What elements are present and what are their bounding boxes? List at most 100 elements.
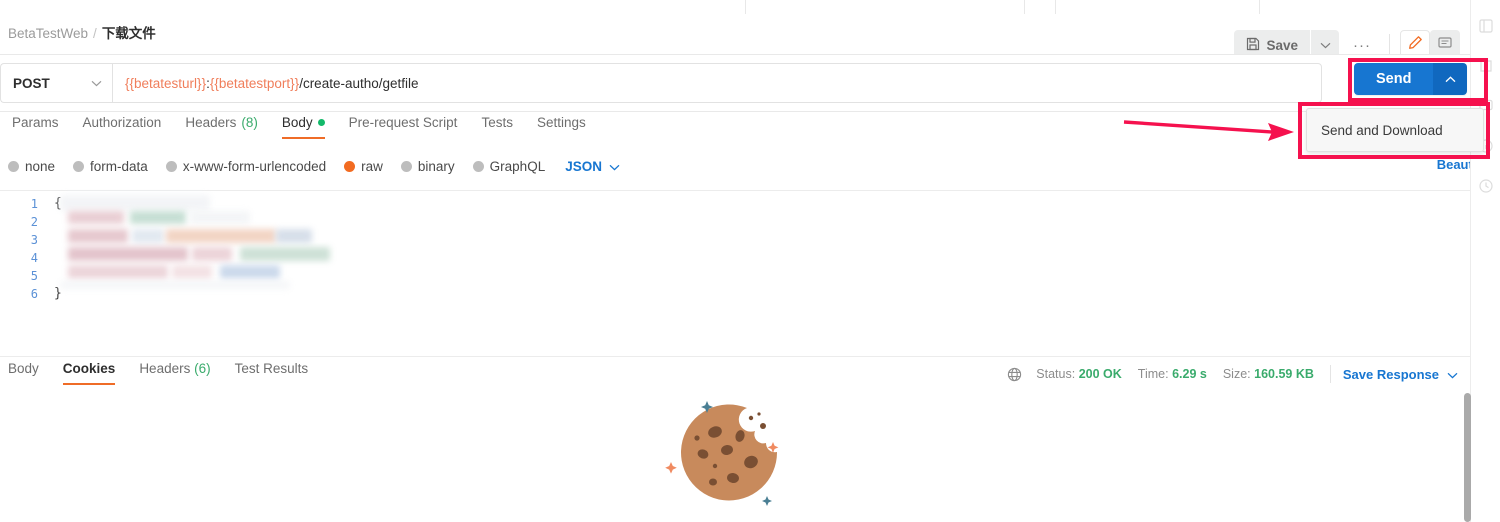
line-number: 6 (30, 287, 38, 301)
cookies-panel (0, 392, 1470, 522)
body-type-form-data[interactable]: form-data (73, 159, 148, 174)
redacted-content (166, 229, 276, 243)
breadcrumb-separator: / (93, 26, 97, 41)
radio-icon-selected (344, 160, 356, 172)
chevron-down-icon (609, 159, 620, 174)
tab-label: Body (281, 115, 313, 130)
comment-icon (1437, 35, 1453, 56)
redacted-content (60, 195, 210, 211)
body-type-label: GraphQL (489, 158, 546, 174)
toolbar-divider (1389, 34, 1390, 56)
status-badge: Status: 200 OK (1036, 367, 1122, 381)
body-type-label: x-www-form-urlencoded (182, 158, 327, 174)
tab-pre-request-script[interactable]: Pre-request Script (337, 115, 470, 139)
radio-icon (400, 160, 412, 172)
request-body-editor[interactable]: 1 2 3 4 5 6 { } (0, 190, 1470, 355)
tab-label: Authorization (82, 115, 162, 130)
sidebar-panel-icon[interactable] (1478, 18, 1494, 34)
size-badge: Size: 160.59 KB (1223, 367, 1314, 381)
chevron-down-icon (1447, 367, 1458, 382)
annotation-box-send (1348, 58, 1488, 102)
pencil-icon (1407, 35, 1423, 56)
annotation-arrow (1122, 118, 1297, 149)
size-label: Size: (1222, 367, 1251, 381)
tab-headers[interactable]: Headers (8) (173, 115, 270, 139)
tab-label: Body (8, 361, 39, 376)
body-type-x-www-form-urlencoded[interactable]: x-www-form-urlencoded (165, 158, 327, 174)
body-type-label: none (25, 158, 56, 174)
body-type-label: raw (361, 158, 383, 174)
response-tab-test-results[interactable]: Test Results (223, 361, 321, 385)
tab-label: Settings (536, 115, 586, 130)
line-number: 4 (30, 251, 38, 265)
breadcrumb: BetaTestWeb / 下载文件 (8, 24, 156, 44)
chevron-down-icon (1320, 36, 1331, 54)
editor-content[interactable]: { } (50, 191, 1470, 356)
tab-strip (0, 0, 1470, 14)
sidebar-history-icon[interactable] (1478, 178, 1494, 194)
radio-icon (8, 160, 19, 172)
response-meta: Status: 200 OK Time: 6.29 s Size: 160.59… (1007, 365, 1458, 383)
body-type-label: binary (417, 158, 455, 174)
body-format-select[interactable]: JSON (565, 159, 620, 174)
radio-icon (73, 160, 85, 172)
tab-label: Headers (185, 115, 237, 130)
tab-body[interactable]: Body (270, 115, 337, 139)
floppy-disk-icon (1246, 37, 1260, 54)
annotation-box-dropdown (1298, 102, 1490, 159)
body-type-label: form-data (90, 158, 148, 174)
save-response-button[interactable]: Save Response (1343, 367, 1458, 382)
redacted-content (68, 229, 128, 243)
breadcrumb-row: BetaTestWeb / 下载文件 Save ··· (0, 14, 1470, 60)
tab-label: Cookies (62, 361, 116, 376)
tab-params[interactable]: Params (0, 115, 71, 139)
tab-label: Pre-request Script (348, 115, 458, 130)
line-number: 1 (30, 197, 38, 211)
size-value: 160.59 KB (1254, 367, 1314, 381)
body-format-label: JSON (565, 158, 602, 174)
save-button-label: Save (1266, 37, 1298, 53)
vertical-scrollbar[interactable] (1464, 393, 1471, 522)
response-bar: Body Cookies Headers (6) Test Results St… (0, 356, 1470, 392)
status-value: 200 OK (1078, 367, 1122, 381)
tab-label: Tests (481, 115, 513, 130)
response-tab-body[interactable]: Body (0, 361, 51, 385)
request-url-row: POST {{betatesturl}}:{{betatestport}}/cr… (0, 55, 1470, 111)
redacted-content (276, 229, 312, 243)
body-type-options: none form-data x-www-form-urlencoded raw… (0, 152, 1470, 180)
breadcrumb-current: 下载文件 (101, 26, 156, 41)
tab-tests[interactable]: Tests (469, 115, 525, 139)
line-number: 5 (30, 269, 38, 283)
radio-icon (472, 160, 484, 172)
body-type-none[interactable]: none (8, 159, 55, 174)
http-method-select[interactable]: POST (0, 63, 112, 103)
tab-label: Params (12, 115, 59, 130)
response-tab-headers[interactable]: Headers (6) (127, 361, 222, 385)
time-label: Time: (1137, 367, 1169, 381)
redacted-content (68, 211, 124, 224)
save-response-label: Save Response (1342, 366, 1439, 382)
tab-label: Test Results (234, 361, 309, 376)
body-present-dot-icon (317, 119, 325, 126)
tab-stub[interactable] (745, 0, 1025, 14)
body-type-graphql[interactable]: GraphQL (472, 158, 546, 174)
time-badge: Time: 6.29 s (1138, 367, 1207, 381)
globe-icon[interactable] (1007, 367, 1022, 382)
tab-authorization[interactable]: Authorization (71, 115, 174, 139)
body-type-raw[interactable]: raw (344, 159, 383, 174)
tab-count: (6) (194, 361, 211, 376)
url-input[interactable]: {{betatesturl}}:{{betatestport}}/create-… (112, 63, 1322, 103)
tab-settings[interactable]: Settings (525, 115, 598, 139)
response-tabs: Body Cookies Headers (6) Test Results (0, 361, 320, 385)
tab-stub[interactable] (1055, 0, 1260, 14)
tab-label: Headers (139, 361, 191, 376)
line-number: 2 (30, 215, 38, 229)
body-type-binary[interactable]: binary (400, 158, 455, 174)
response-tab-cookies[interactable]: Cookies (51, 361, 128, 385)
redacted-content (240, 247, 330, 261)
redacted-content (192, 247, 232, 261)
chevron-down-icon (91, 74, 102, 92)
redacted-content (172, 265, 212, 279)
cookie-icon (655, 392, 815, 517)
breadcrumb-parent[interactable]: BetaTestWeb (8, 26, 88, 41)
